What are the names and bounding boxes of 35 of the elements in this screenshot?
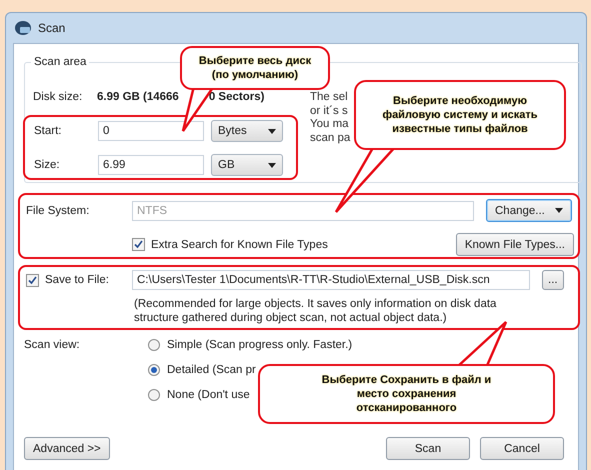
checkbox[interactable] — [26, 274, 39, 286]
field-label: Disk size: — [33, 91, 84, 103]
caret-icon — [555, 208, 563, 213]
dialog-button[interactable]: Advanced >> — [24, 437, 110, 460]
radio-label[interactable]: None (Don't use — [167, 389, 250, 401]
note-text: (Recommended for large objects. It saves only information on disk data structure gathered during object scan, not actual object data.) — [134, 297, 498, 325]
disk-size-value: 0 Sectors) — [208, 91, 264, 103]
input-field[interactable]: C:\Users\Tester 1\Documents\R-TT\R-Studio\External_USB_Disk.scn — [132, 270, 530, 290]
checkbox-label[interactable]: Save to File: — [45, 274, 109, 286]
radio-label[interactable]: Simple (Scan progress only. Faster.) — [167, 339, 352, 351]
field-label: File System: — [26, 204, 90, 216]
caret-icon — [268, 162, 276, 168]
radio-button[interactable] — [148, 339, 160, 351]
group-title: Scan area — [31, 56, 90, 68]
window-title: Scan — [38, 21, 66, 35]
description-text: scan pa — [310, 132, 350, 145]
caret-icon — [268, 128, 276, 134]
unit-dropdown[interactable]: Bytes — [211, 120, 283, 142]
disk-size-value: 6.99 GB (14666 — [97, 91, 179, 103]
dialog-button[interactable]: Scan — [386, 437, 470, 460]
input-field[interactable]: 6.99 — [98, 155, 204, 175]
description-text: You ma — [310, 118, 350, 132]
field-label: Scan view: — [24, 339, 81, 353]
field-label: Start: — [34, 125, 62, 137]
radio-label[interactable]: Detailed (Scan pr — [167, 364, 256, 376]
radio-button[interactable] — [148, 389, 160, 401]
dialog-button[interactable]: Cancel — [480, 437, 564, 460]
browse-button[interactable]: ... — [542, 270, 564, 290]
field-label: Size: — [34, 159, 61, 171]
description-text: The sel — [310, 91, 349, 104]
radio-button[interactable] — [148, 364, 160, 376]
input-field[interactable]: 0 — [98, 121, 204, 141]
app-icon — [14, 20, 32, 36]
unit-dropdown[interactable]: GB — [211, 154, 283, 176]
description-text: or it´s s — [310, 104, 349, 118]
